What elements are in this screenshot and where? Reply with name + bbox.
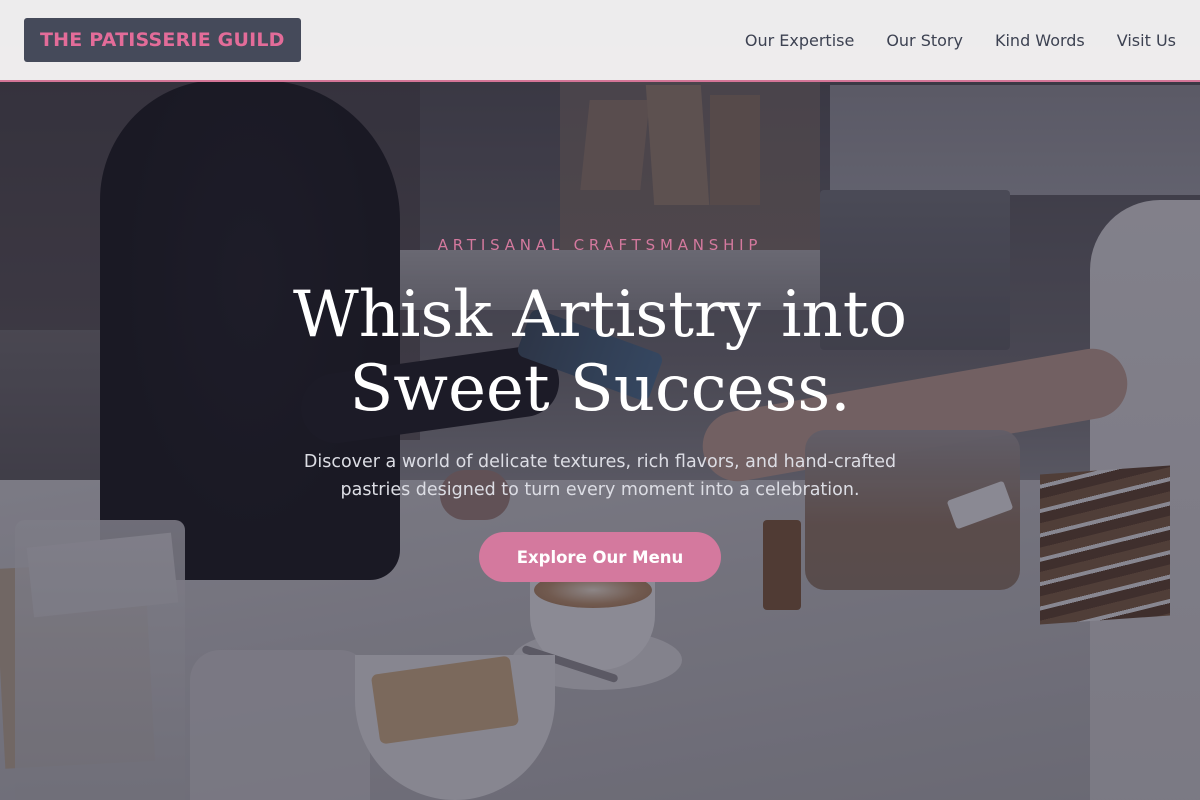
nav-link-our-story[interactable]: Our Story xyxy=(886,31,963,50)
hero-subtext: Discover a world of delicate textures, r… xyxy=(280,448,920,504)
hero-subtext-line-2: pastries designed to turn every moment i… xyxy=(340,480,860,500)
site-logo[interactable]: THE PATISSERIE GUILD xyxy=(24,18,301,62)
hero-subtext-line-1: Discover a world of delicate textures, r… xyxy=(303,452,897,472)
site-header: THE PATISSERIE GUILD Our Expertise Our S… xyxy=(0,0,1200,82)
nav-link-visit-us[interactable]: Visit Us xyxy=(1117,31,1176,50)
hero-eyebrow: ARTISANAL CRAFTSMANSHIP xyxy=(437,236,763,254)
main-nav: Our Expertise Our Story Kind Words Visit… xyxy=(745,31,1176,50)
explore-menu-button[interactable]: Explore Our Menu xyxy=(479,532,721,582)
nav-link-our-expertise[interactable]: Our Expertise xyxy=(745,31,854,50)
hero-headline: Whisk Artistry into Sweet Success. xyxy=(290,278,910,426)
hero-content: ARTISANAL CRAFTSMANSHIP Whisk Artistry i… xyxy=(0,236,1200,582)
hero-headline-line-1: Whisk Artistry into xyxy=(292,278,908,352)
hero-headline-line-2: Sweet Success. xyxy=(349,352,851,426)
nav-link-kind-words[interactable]: Kind Words xyxy=(995,31,1085,50)
